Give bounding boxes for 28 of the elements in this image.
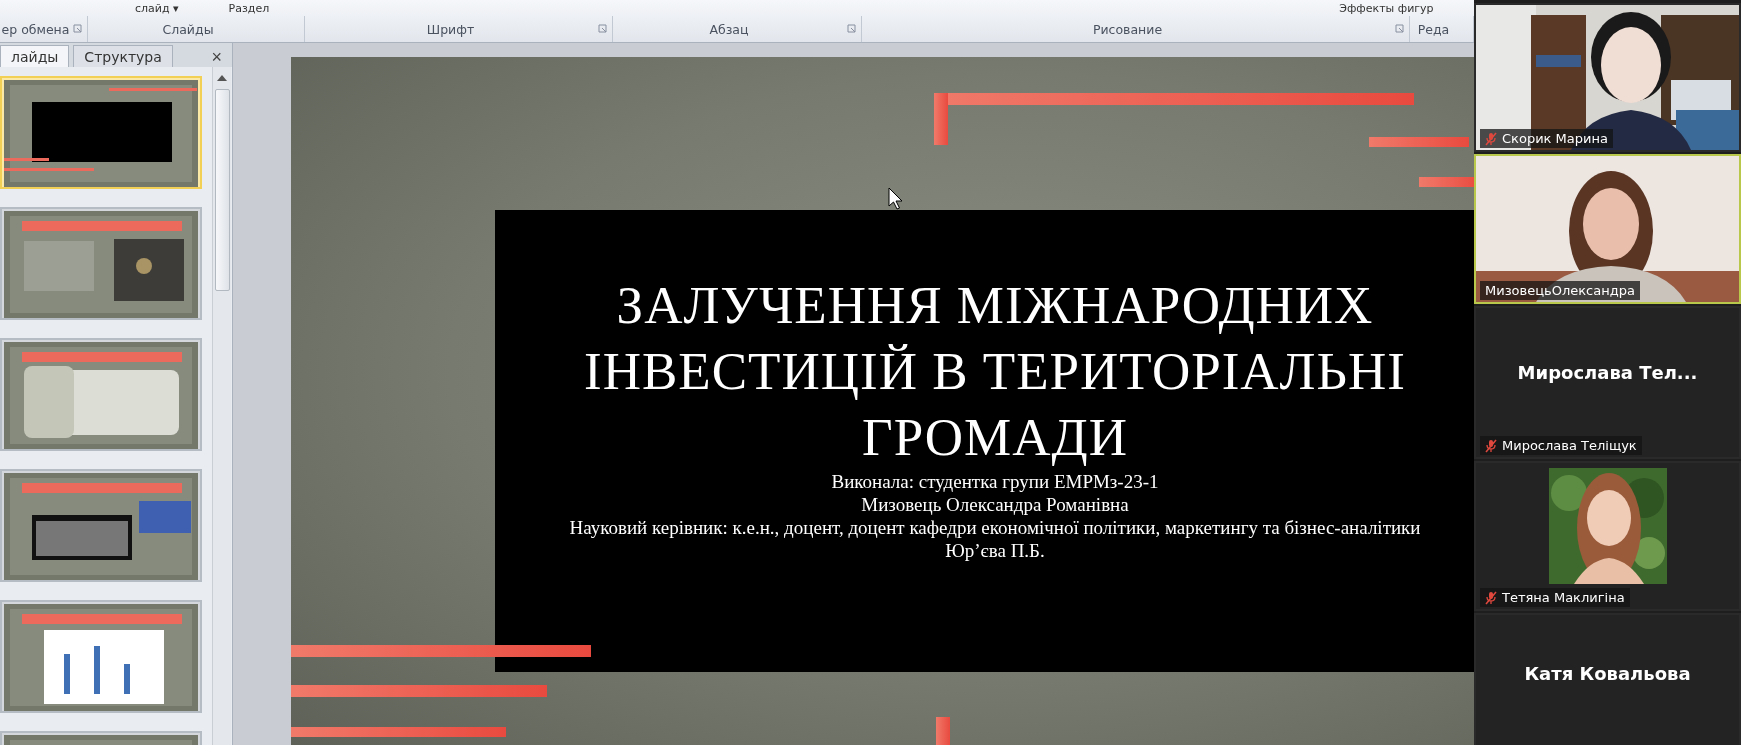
group-label: Реда [1417, 21, 1450, 37]
participant-label: Мирослава Теліщук [1502, 438, 1637, 453]
participant-tile[interactable]: Скорик Марина [1474, 3, 1741, 152]
participant-name: Мирослава Тел... [1517, 362, 1698, 383]
subtitle-line: Мизовець Олександра Романівна [861, 493, 1129, 516]
subtitle-line: Науковий керівник: к.е.н., доцент, доцент кафедри економічної політики, маркетингу та бізнес-аналітики [569, 516, 1421, 539]
group-label: Шрифт [426, 21, 475, 37]
participant-tile[interactable]: Катя Ковальова [1474, 613, 1741, 745]
subtitle-line: Виконала: студентка групи ЕМРМз-23-1 [831, 470, 1159, 493]
participant-label: Скорик Марина [1502, 131, 1608, 146]
close-button[interactable]: × [211, 47, 222, 67]
panel-tab[interactable]: лайды [0, 45, 70, 67]
participant-name: Катя Ковальова [1524, 662, 1691, 684]
group-label: Слайды [162, 21, 214, 37]
participant-tile[interactable]: Мирослава Тел... Мирослава Теліщук [1474, 306, 1741, 459]
group-label: Абзац [709, 21, 749, 37]
group-label: Рисование [1092, 21, 1163, 37]
panel-tab[interactable]: Структура [73, 45, 173, 67]
participant-label: МизовецьОлександра [1485, 283, 1635, 298]
participant-tile[interactable]: Тетяна Маклигіна [1474, 461, 1741, 611]
ribbon-button[interactable]: Раздел [228, 1, 270, 15]
subtitle-line: Юр’єва П.Б. [945, 539, 1045, 562]
ribbon-button[interactable]: слайд ▾ [135, 1, 179, 15]
participant-label: Тетяна Маклигіна [1502, 590, 1625, 605]
group-label: ер обмена [1, 21, 70, 37]
participant-tile[interactable]: МизовецьОлександра [1474, 154, 1741, 304]
ribbon-button[interactable]: Эффекты фигур [1339, 1, 1434, 15]
slide-title: ЗАЛУЧЕННЯ МІЖНАРОДНИХ ІНВЕСТИЦІЙ В ТЕРИТОРІАЛЬНІ ГРОМАДИ [583, 275, 1407, 468]
